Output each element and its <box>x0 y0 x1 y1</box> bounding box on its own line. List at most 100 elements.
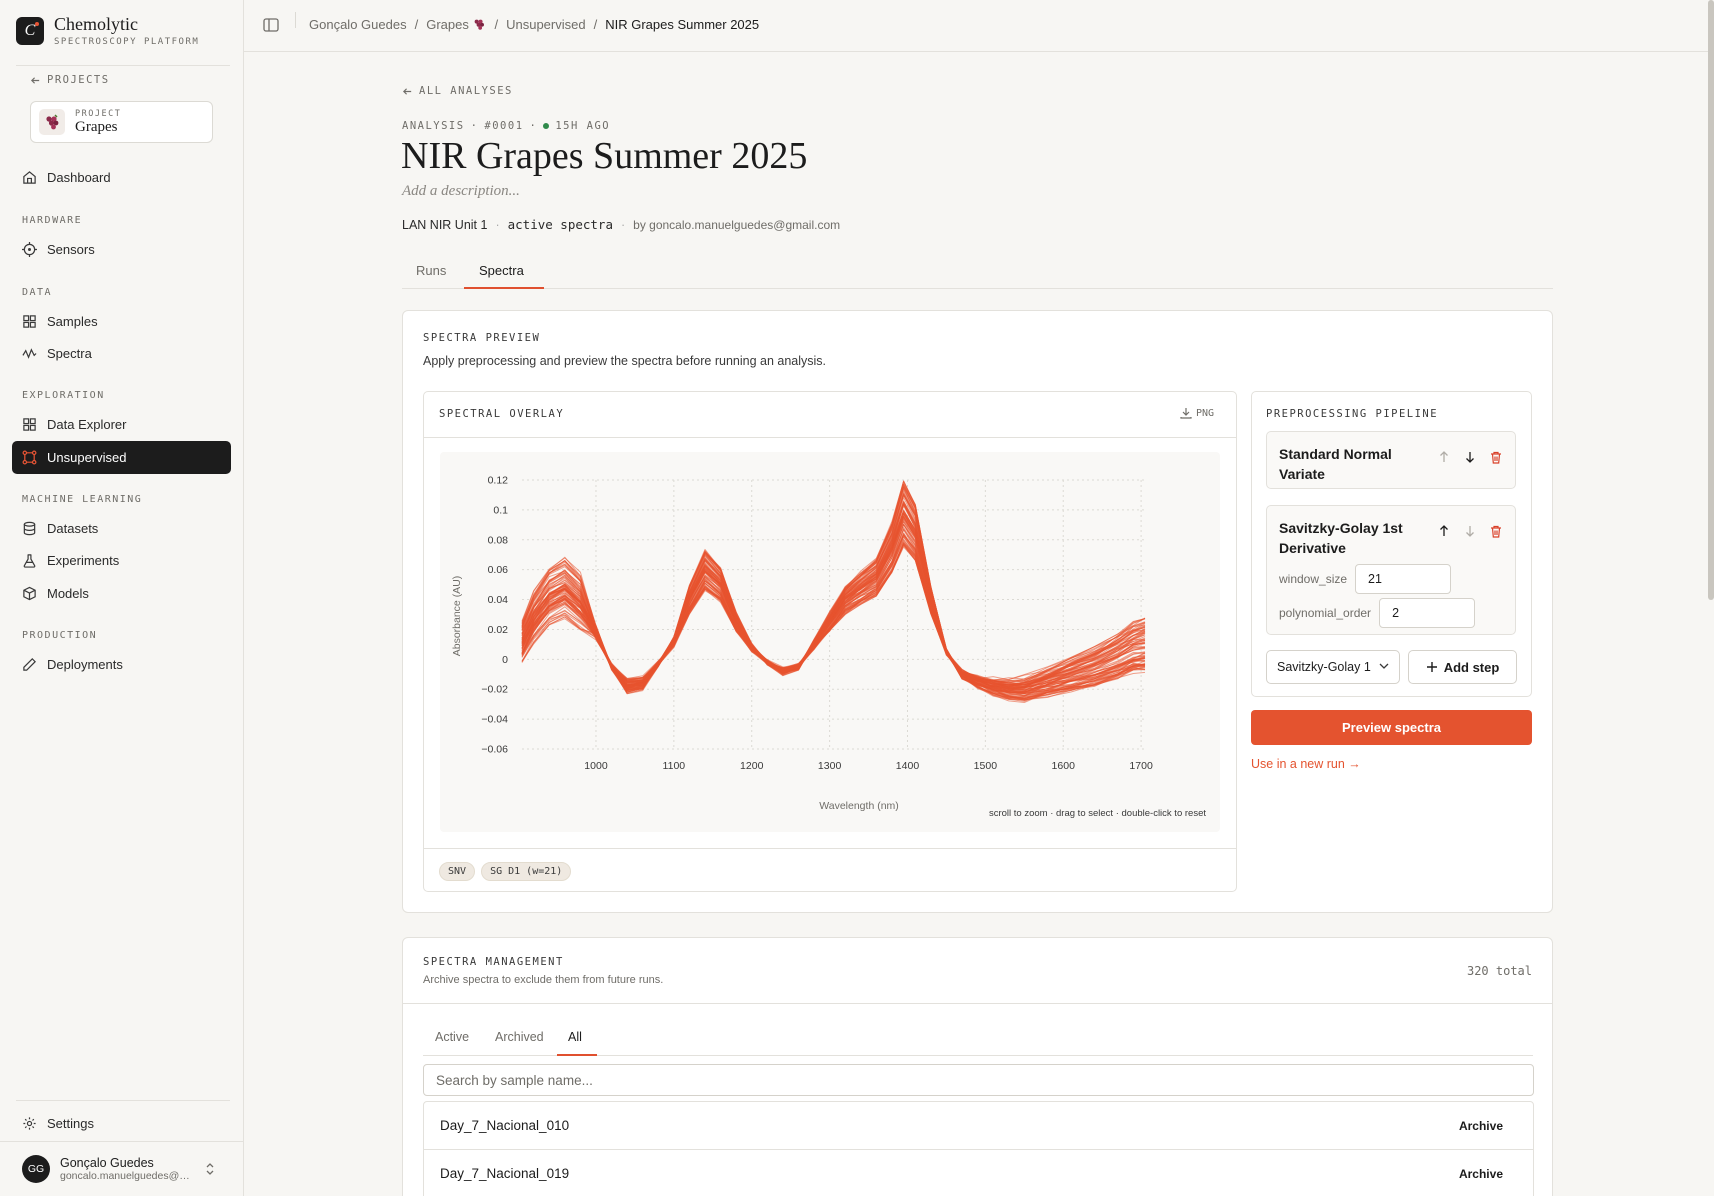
move-up-icon[interactable] <box>1437 450 1451 464</box>
y-tick-label: 0.12 <box>488 475 509 487</box>
plus-icon <box>1426 662 1437 672</box>
y-tick-label: 0 <box>502 654 508 666</box>
spectrum-line <box>521 480 1146 693</box>
trash-icon[interactable] <box>1489 524 1503 538</box>
step-type-select[interactable]: Savitzky-Golay 1 <box>1266 650 1400 684</box>
page-scrollbar[interactable] <box>1708 0 1714 600</box>
breadcrumb-section[interactable]: Unsupervised <box>506 17 586 32</box>
spectrum-line <box>521 500 1146 691</box>
spectrum-line <box>521 516 1146 687</box>
spectrum-line <box>521 480 1146 697</box>
applied-steps: SNV SG D1 (w=21) <box>424 848 1236 891</box>
spectrum-line <box>521 494 1146 690</box>
polynomial-order-input[interactable]: 2 <box>1379 598 1476 628</box>
sidebar-item-label: Data Explorer <box>47 417 127 432</box>
tab-all[interactable]: All <box>568 1030 582 1044</box>
spectrum-line <box>521 515 1146 689</box>
sidebar-item-experiments[interactable]: Experiments <box>12 544 231 577</box>
search-input[interactable]: Search by sample name... <box>423 1064 1534 1096</box>
overlay-header: SPECTRAL OVERLAY PNG <box>424 392 1236 438</box>
spectrum-line <box>521 510 1146 691</box>
x-axis-label: Wavelength (nm) <box>819 800 899 812</box>
sidebar-item-label: Samples <box>47 314 98 329</box>
spectrum-line <box>521 504 1146 688</box>
sidebar-item-sensors[interactable]: Sensors <box>12 233 231 266</box>
sidebar-divider <box>16 1100 230 1101</box>
sidebar-item-label: Datasets <box>47 521 99 536</box>
move-down-icon[interactable] <box>1463 450 1477 464</box>
total-count: 320 total <box>1466 964 1532 978</box>
tab-runs[interactable]: Runs <box>416 263 446 278</box>
status-dot-icon <box>543 123 550 129</box>
chip-snv: SNV <box>439 861 476 881</box>
sidebar-item-models[interactable]: Models <box>12 577 231 610</box>
top-bar: Gonçalo Guedes / Grapes / Unsupervised /… <box>244 0 1714 52</box>
page-title[interactable]: NIR Grapes Summer 2025 <box>401 134 807 178</box>
spectrum-line <box>521 516 1146 688</box>
pipeline-step-snv: Standard Normal Variate <box>1266 431 1516 489</box>
overlay-label: SPECTRAL OVERLAY <box>439 408 565 420</box>
download-png-button[interactable]: PNG <box>1180 407 1214 419</box>
y-tick-label: 0.08 <box>488 534 509 546</box>
move-down-icon[interactable] <box>1463 524 1477 538</box>
y-tick-label: 0.06 <box>488 564 509 576</box>
user-name: Gonçalo Guedes <box>60 1156 154 1170</box>
x-tick-label: 1500 <box>974 760 998 772</box>
tab-archived[interactable]: Archived <box>495 1030 544 1044</box>
pipeline-label: PREPROCESSING PIPELINE <box>1266 408 1439 420</box>
sidebar-item-data-explorer[interactable]: Data Explorer <box>12 408 231 441</box>
sidebar-item-datasets[interactable]: Datasets <box>12 512 231 545</box>
section-production: PRODUCTION <box>22 630 98 641</box>
breadcrumb-project[interactable]: Grapes <box>426 17 486 32</box>
download-icon <box>1180 408 1192 419</box>
back-to-projects-link[interactable]: PROJECTS <box>30 74 110 86</box>
wave-icon <box>22 348 37 359</box>
topbar-separator <box>295 12 296 28</box>
archive-button[interactable]: Archive <box>1459 1119 1503 1133</box>
user-menu[interactable]: GG Gonçalo Guedes goncalo.manuelguedes@g… <box>22 1155 222 1183</box>
sidebar-item-settings[interactable]: Settings <box>12 1107 231 1140</box>
pencil-icon <box>23 658 36 671</box>
sidebar-toggle-icon[interactable] <box>262 16 280 34</box>
spectrum-line <box>521 521 1146 687</box>
select-value: Savitzky-Golay 1 <box>1277 660 1371 674</box>
back-to-analyses-link[interactable]: ALL ANALYSES <box>402 85 513 97</box>
spectral-overlay-card: SPECTRAL OVERLAY PNG 0.12 0.1 0.08 0.06 0.04… <box>423 391 1237 892</box>
param-window-size: window_size 21 <box>1279 564 1452 594</box>
archive-button[interactable]: Archive <box>1459 1167 1503 1181</box>
user-email: goncalo.manuelguedes@gmail.com <box>60 1170 190 1182</box>
preview-spectra-button[interactable]: Preview spectra <box>1251 710 1532 745</box>
list-item: Day_7_Nacional_010 Archive <box>423 1101 1534 1150</box>
description-field[interactable]: Add a description... <box>402 183 520 200</box>
cube-icon <box>23 586 36 601</box>
tab-active[interactable]: Active <box>435 1030 469 1044</box>
y-tick-label: 0.1 <box>493 504 508 516</box>
preprocessing-pipeline: PREPROCESSING PIPELINE Standard Normal V… <box>1251 391 1532 697</box>
sidebar-item-unsupervised[interactable]: Unsupervised <box>12 441 231 474</box>
spectral-chart[interactable]: 0.120.10.080.060.040.020−0.02−0.04−0.06 … <box>440 452 1220 832</box>
sidebar-item-label: Experiments <box>47 553 120 568</box>
breadcrumb-user[interactable]: Gonçalo Guedes <box>309 17 407 32</box>
breadcrumb-separator: / <box>494 17 499 32</box>
trash-icon[interactable] <box>1489 450 1503 464</box>
project-selector[interactable]: PROJECT Grapes <box>30 101 213 143</box>
back-projects-label: PROJECTS <box>47 74 110 86</box>
sidebar-item-deployments[interactable]: Deployments <box>12 648 231 681</box>
crosshair-icon <box>22 242 37 257</box>
breadcrumb-current: NIR Grapes Summer 2025 <box>605 17 760 32</box>
move-up-icon[interactable] <box>1437 524 1451 538</box>
chart-area[interactable]: 0.12 0.1 0.08 0.06 0.04 0.02 0 −0.02 −0.04 −0.06 … <box>440 452 1220 832</box>
window-size-input[interactable]: 21 <box>1355 564 1452 594</box>
grid-icon <box>23 315 36 328</box>
breadcrumb-project-label: Grapes <box>426 17 469 32</box>
sidebar-item-dashboard[interactable]: Dashboard <box>12 161 231 194</box>
section-machine-learning: MACHINE LEARNING <box>22 494 143 505</box>
use-in-new-run-link[interactable]: Use in a new run → <box>1251 757 1361 771</box>
spectra-management-panel: SPECTRA MANAGEMENT Archive spectra to ex… <box>402 937 1553 1196</box>
app-logo[interactable]: C Chemolytic SPECTROSCOPY PLATFORM <box>16 14 199 47</box>
tab-spectra[interactable]: Spectra <box>479 263 524 278</box>
add-step-button[interactable]: Add step <box>1408 650 1517 684</box>
x-tick-label: 1100 <box>663 760 686 772</box>
sidebar-item-spectra[interactable]: Spectra <box>12 337 231 370</box>
sidebar-item-samples[interactable]: Samples <box>12 305 231 338</box>
